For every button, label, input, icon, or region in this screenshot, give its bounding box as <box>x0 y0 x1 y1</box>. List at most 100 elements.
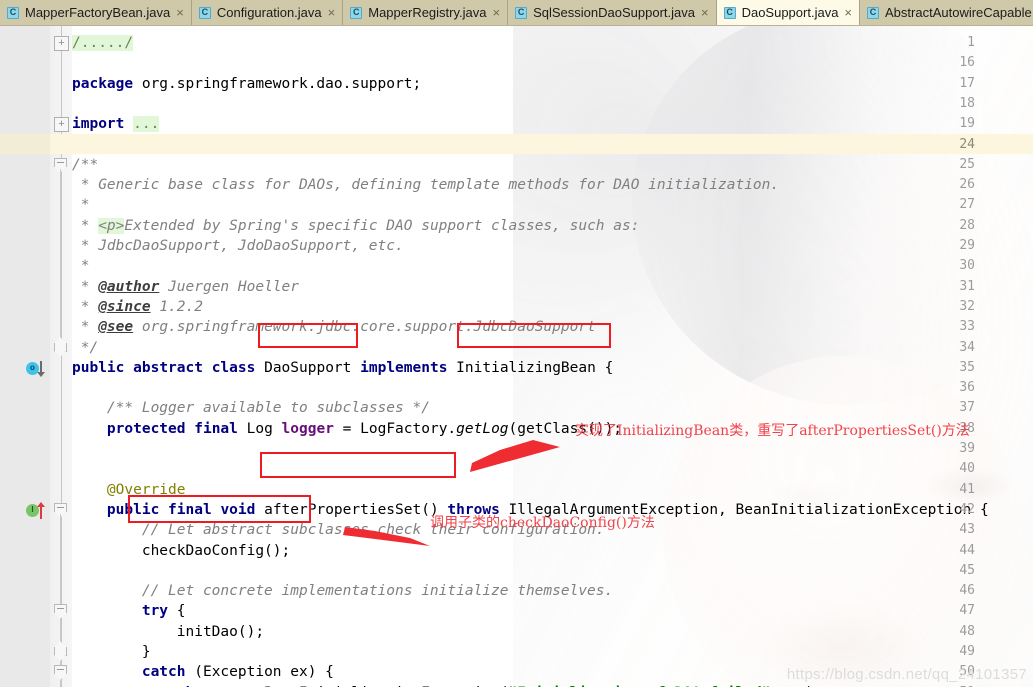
java-class-icon-letter: C <box>726 7 733 17</box>
current-line-highlight-band <box>0 133 1033 154</box>
line-number: 42 <box>959 501 975 517</box>
java-class-icon: C <box>6 6 20 20</box>
line-number: 37 <box>959 400 975 416</box>
code-line: try { <box>141 603 186 620</box>
line-number: 18 <box>959 95 975 111</box>
line-number: 19 <box>959 116 975 132</box>
code-line: * JdbcDaoSupport, JdoDaoSupport, etc. <box>72 238 404 254</box>
line-number: 49 <box>959 644 975 659</box>
close-icon[interactable]: × <box>493 6 501 19</box>
fold-collapse-icon[interactable] <box>54 157 69 173</box>
editor-tab-mapperfactorybean[interactable]: C MapperFactoryBean.java × <box>0 0 192 25</box>
implemented-by-marker[interactable]: o <box>26 360 52 377</box>
fold-collapse-icon[interactable] <box>54 604 69 620</box>
fold-end-icon[interactable] <box>54 641 69 662</box>
fold-marker-shape <box>54 641 67 661</box>
line-number: 17 <box>959 75 975 91</box>
java-class-icon-letter: C <box>517 7 525 17</box>
minus-icon <box>57 608 64 610</box>
line-number: 28 <box>959 217 975 233</box>
line-number-gutter[interactable] <box>0 26 50 687</box>
code-line: public final void afterPropertiesSet() t… <box>106 501 989 518</box>
line-number: 40 <box>959 461 975 477</box>
line-number: 24 <box>959 136 975 152</box>
editor-tab-abstractautowirecapable[interactable]: C AbstractAutowireCapable <box>860 0 1033 25</box>
java-class-icon-letter: C <box>352 7 360 17</box>
line-number: 46 <box>959 583 975 599</box>
line-number: 31 <box>959 278 975 294</box>
plus-icon: + <box>58 118 65 131</box>
line-number: 30 <box>959 258 975 274</box>
code-editor-area[interactable]: /...../ package org.springframework.dao.s… <box>0 26 1033 687</box>
code-line: import ... <box>72 116 160 133</box>
java-class-icon: C <box>723 6 737 20</box>
close-icon[interactable]: × <box>176 6 184 19</box>
fold-collapse-icon[interactable] <box>54 665 69 681</box>
line-number: 51 <box>937 683 983 687</box>
editor-tab-label: DaoSupport.java <box>741 5 839 20</box>
code-line: /** Logger available to subclasses */ <box>106 400 430 417</box>
close-icon[interactable]: × <box>328 6 336 19</box>
line-number: 39 <box>959 441 975 456</box>
editor-tab-label: MapperRegistry.java <box>368 5 487 20</box>
current-line-gutter-band <box>0 133 50 154</box>
editor-tab-daosupport[interactable]: C DaoSupport.java × <box>716 0 861 25</box>
java-class-icon: C <box>349 6 363 20</box>
fold-marker-shape <box>54 336 67 357</box>
arrow-head <box>37 371 45 377</box>
editor-tab-mapperregistry[interactable]: C MapperRegistry.java × <box>343 0 509 25</box>
code-line: throw new BeanInitializationException("I… <box>72 683 823 687</box>
java-class-icon: C <box>866 6 880 20</box>
fold-expand-icon[interactable]: + <box>54 36 69 51</box>
code-line: * @see org.springframework.jdbc.core.sup… <box>72 319 596 336</box>
editor-tab-sqlsessiondaosupport[interactable]: C SqlSessionDaoSupport.java × <box>508 0 717 25</box>
editor-tab-label: MapperFactoryBean.java <box>25 5 171 20</box>
fold-collapse-icon[interactable] <box>54 502 69 518</box>
close-icon[interactable]: × <box>844 6 852 19</box>
fold-end-icon[interactable] <box>54 336 69 358</box>
code-line: /** <box>72 156 99 173</box>
watermark: https://blog.csdn.net/qq_24101357 <box>786 666 1027 683</box>
arrow-shaft <box>40 505 42 519</box>
editor-tab-label: SqlSessionDaoSupport.java <box>533 5 695 20</box>
code-layer: /...../ package org.springframework.dao.s… <box>0 26 1033 687</box>
code-line: } <box>72 644 151 660</box>
code-line: catch (Exception ex) { <box>141 664 334 681</box>
overrides-method-marker[interactable]: I <box>26 501 52 519</box>
code-line: * @author Juergen Hoeller <box>72 278 299 295</box>
ide-editor-window: C MapperFactoryBean.java × C Configuration.j… <box>0 0 1033 687</box>
java-class-icon-letter: C <box>869 7 877 17</box>
line-number: 36 <box>959 380 975 396</box>
code-line: * Generic base class for DAOs, defining … <box>72 177 780 194</box>
line-number: 35 <box>959 359 975 375</box>
minus-icon <box>57 669 64 671</box>
line-number: 48 <box>959 623 975 639</box>
fold-expand-icon[interactable]: + <box>54 117 69 133</box>
code-line: */ <box>72 339 99 356</box>
code-line: initDao(); <box>72 623 265 640</box>
code-line: * <box>72 258 90 275</box>
code-line: * <p>Extended by Spring's specific DAO s… <box>72 217 640 234</box>
java-class-icon: C <box>514 6 528 20</box>
fold-region-line <box>60 168 61 346</box>
line-number: 47 <box>959 603 975 619</box>
close-icon[interactable]: × <box>701 6 709 19</box>
code-line: /...../ <box>72 35 134 51</box>
editor-tab-bar: C MapperFactoryBean.java × C Configuration.j… <box>0 0 1033 26</box>
plus-icon: + <box>58 37 65 49</box>
line-number: 34 <box>959 339 975 355</box>
line-number: 45 <box>959 562 975 578</box>
editor-tab-label: AbstractAutowireCapable <box>885 5 1032 20</box>
line-number: 16 <box>959 55 975 71</box>
java-class-icon-letter: C <box>201 7 209 17</box>
line-number: 27 <box>959 197 975 213</box>
code-line: package org.springframework.dao.support; <box>72 75 422 92</box>
line-number: 33 <box>959 319 975 335</box>
minus-icon <box>57 506 64 508</box>
code-line: * @since 1.2.2 <box>72 298 203 315</box>
editor-tab-configuration[interactable]: C Configuration.java × <box>191 0 344 25</box>
line-number: 29 <box>959 238 975 253</box>
line-number: 43 <box>959 522 975 538</box>
java-class-icon-letter: C <box>9 7 17 17</box>
java-class-icon: C <box>198 6 212 20</box>
